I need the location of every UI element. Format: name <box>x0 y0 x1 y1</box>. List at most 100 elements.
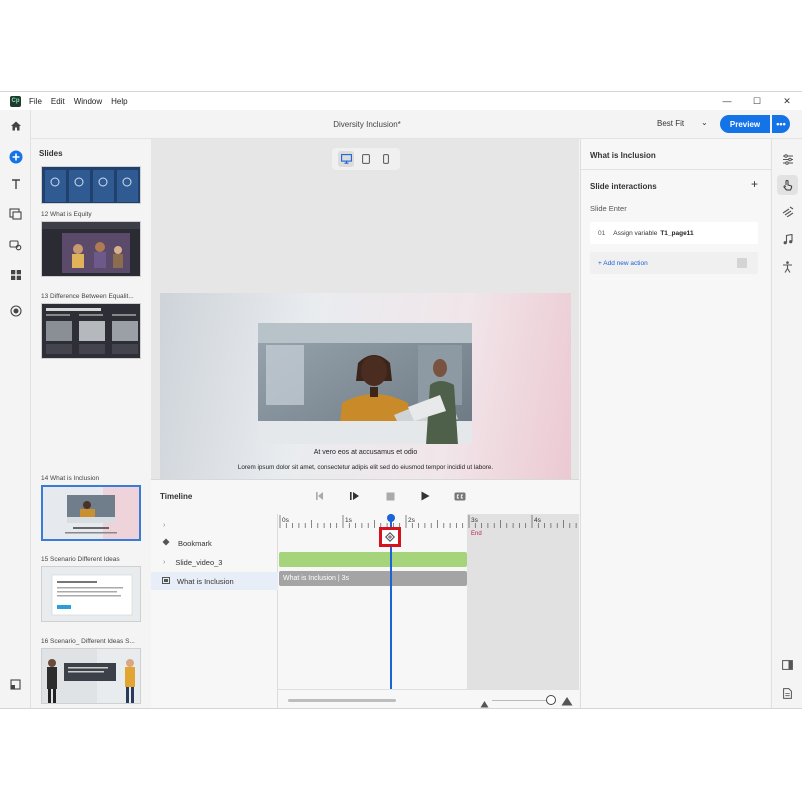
chevron-right-icon[interactable]: › <box>163 522 165 529</box>
slide-label-16: 16 Scenario_ Different Ideas S... <box>41 638 135 645</box>
slide-label-12: 12 What is Equity <box>41 211 92 218</box>
panel-toggle-icon[interactable] <box>0 674 31 694</box>
action-item[interactable]: 01 Assign variable T1_page11 <box>590 222 758 244</box>
properties-title: What is Inclusion <box>590 151 656 160</box>
zoom-slider-track[interactable] <box>492 700 552 701</box>
document-header: Diversity Inclusion* Best Fit ⌄ Preview … <box>31 110 802 139</box>
add-new-action-button[interactable]: + Add new action <box>590 252 758 274</box>
right-tool-rail <box>771 139 802 708</box>
close-button[interactable]: ✕ <box>772 92 802 110</box>
zoom-fit-dropdown[interactable]: Best Fit <box>657 119 684 128</box>
slide-body-text[interactable]: Lorem ipsum dolor sit amet, consectetur … <box>160 464 571 471</box>
slide-canvas: At vero eos at accusamus et odio Lorem i… <box>151 139 579 479</box>
slide-label-14: 14 What is Inclusion <box>41 475 100 482</box>
layer-label-bookmark: Bookmark <box>178 538 212 548</box>
bookmark-diamond-icon <box>162 538 170 548</box>
widgets-icon[interactable] <box>0 265 31 285</box>
minimize-button[interactable]: — <box>712 92 742 110</box>
timeline-expand-row[interactable]: › <box>151 516 278 534</box>
slides-panel-title: Slides <box>39 149 63 158</box>
slide-video-image[interactable] <box>258 323 472 444</box>
horizontal-scrollbar[interactable] <box>288 699 396 702</box>
maximize-button[interactable]: ☐ <box>742 92 772 110</box>
accessibility-icon[interactable] <box>772 257 802 277</box>
closed-captions-icon[interactable] <box>452 488 468 504</box>
slide-heading-text[interactable]: At vero eos at accusamus et odio <box>160 449 571 456</box>
timeline-title: Timeline <box>160 492 193 501</box>
layer-label-slide-video: Slide_video_3 <box>175 557 223 567</box>
record-icon[interactable] <box>0 301 31 321</box>
slide-label-13: 13 Difference Between Equalit... <box>41 293 134 300</box>
add-interaction-button[interactable]: + <box>751 177 758 191</box>
media-icon[interactable] <box>0 204 31 224</box>
ruler-tick-label: 2s <box>408 517 415 524</box>
zoom-slider-handle[interactable] <box>546 695 556 705</box>
device-preview-switcher <box>332 148 400 170</box>
slide-thumbnail-11[interactable] <box>41 166 141 204</box>
properties-sliders-icon[interactable] <box>772 149 802 169</box>
chevron-right-icon[interactable]: › <box>163 559 165 566</box>
step-back-icon[interactable] <box>311 488 327 504</box>
app-logo-icon: Cp <box>10 95 21 107</box>
document-title: Diversity Inclusion* <box>333 120 401 129</box>
slide-interactions-title: Slide interactions <box>590 182 657 191</box>
slide-enter-trigger-label: Slide Enter <box>590 204 627 213</box>
text-icon[interactable] <box>0 174 31 194</box>
slide-layer-icon <box>162 576 170 586</box>
slide-thumbnail-15[interactable] <box>41 566 141 622</box>
layer-row-bookmark[interactable]: Bookmark <box>151 534 278 552</box>
add-slide-icon[interactable] <box>0 147 31 167</box>
playhead-handle[interactable] <box>387 514 395 522</box>
timeline-layers: › Bookmark › Slide_video_3 What is Inclu… <box>151 514 278 708</box>
divider <box>581 169 771 170</box>
timeline-tracks[interactable]: 0s 1s 2s 3s 4s End What is Inclusion | 3s <box>278 514 579 708</box>
properties-panel: What is Inclusion Slide interactions + S… <box>580 139 771 708</box>
stop-icon[interactable] <box>382 488 398 504</box>
menu-bar: Cp File Edit Window Help — ☐ ✕ <box>0 92 802 110</box>
action-index: 01 <box>598 229 606 237</box>
menu-help[interactable]: Help <box>111 97 127 106</box>
preview-button[interactable]: Preview <box>720 115 770 133</box>
zoom-out-icon[interactable] <box>480 695 489 708</box>
mobile-view-icon[interactable] <box>378 151 394 167</box>
slide-thumbnail-14[interactable] <box>41 485 141 541</box>
tablet-view-icon[interactable] <box>358 151 374 167</box>
ruler-tick-label: 0s <box>282 517 289 524</box>
bookmark-marker[interactable] <box>379 527 401 547</box>
slide-stage[interactable]: At vero eos at accusamus et odio Lorem i… <box>160 293 571 479</box>
play-from-playhead-icon[interactable] <box>346 488 362 504</box>
interactions-touch-icon[interactable] <box>777 175 798 195</box>
menu-file[interactable]: File <box>29 97 42 106</box>
slide-thumbnail-12[interactable] <box>41 221 141 277</box>
animation-icon[interactable] <box>772 201 802 221</box>
end-marker-label: End <box>471 531 482 537</box>
layout-panel-icon[interactable] <box>772 655 802 675</box>
slide-label-15: 15 Scenario Different Ideas <box>41 556 120 563</box>
layer-row-slide[interactable]: What is Inclusion <box>151 572 278 590</box>
action-text: Assign variable <box>613 229 658 237</box>
app-window: Cp File Edit Window Help — ☐ ✕ Diversity… <box>0 91 802 709</box>
menu-window[interactable]: Window <box>74 97 102 106</box>
trash-icon[interactable] <box>737 258 747 268</box>
play-icon[interactable] <box>417 488 433 504</box>
ruler-tick-label: 1s <box>345 517 352 524</box>
slide-thumbnail-13[interactable] <box>41 303 141 359</box>
video-track-bar[interactable] <box>279 552 467 567</box>
action-target: T1_page11 <box>660 229 694 237</box>
slide-track-bar[interactable]: What is Inclusion | 3s <box>279 571 467 586</box>
home-icon[interactable] <box>0 116 31 136</box>
slide-thumbnail-16[interactable] <box>41 648 141 704</box>
menu-edit[interactable]: Edit <box>51 97 65 106</box>
desktop-view-icon[interactable] <box>338 151 354 167</box>
audio-icon[interactable] <box>772 229 802 249</box>
zoom-in-icon[interactable] <box>561 693 573 708</box>
interactions-icon[interactable] <box>0 235 31 255</box>
layer-row-slide-video[interactable]: › Slide_video_3 <box>151 553 278 571</box>
document-icon[interactable] <box>772 683 802 703</box>
timeline-panel: Timeline › Bookmark › Slide_video_3 What… <box>151 479 579 708</box>
timeline-footer <box>278 689 579 708</box>
slides-panel: Slides 12 What is Equity 13 Difference B <box>32 139 150 708</box>
more-options-button[interactable]: ••• <box>772 115 790 133</box>
chevron-down-icon[interactable]: ⌄ <box>701 118 708 127</box>
ruler-tick-label: 4s <box>534 517 541 524</box>
